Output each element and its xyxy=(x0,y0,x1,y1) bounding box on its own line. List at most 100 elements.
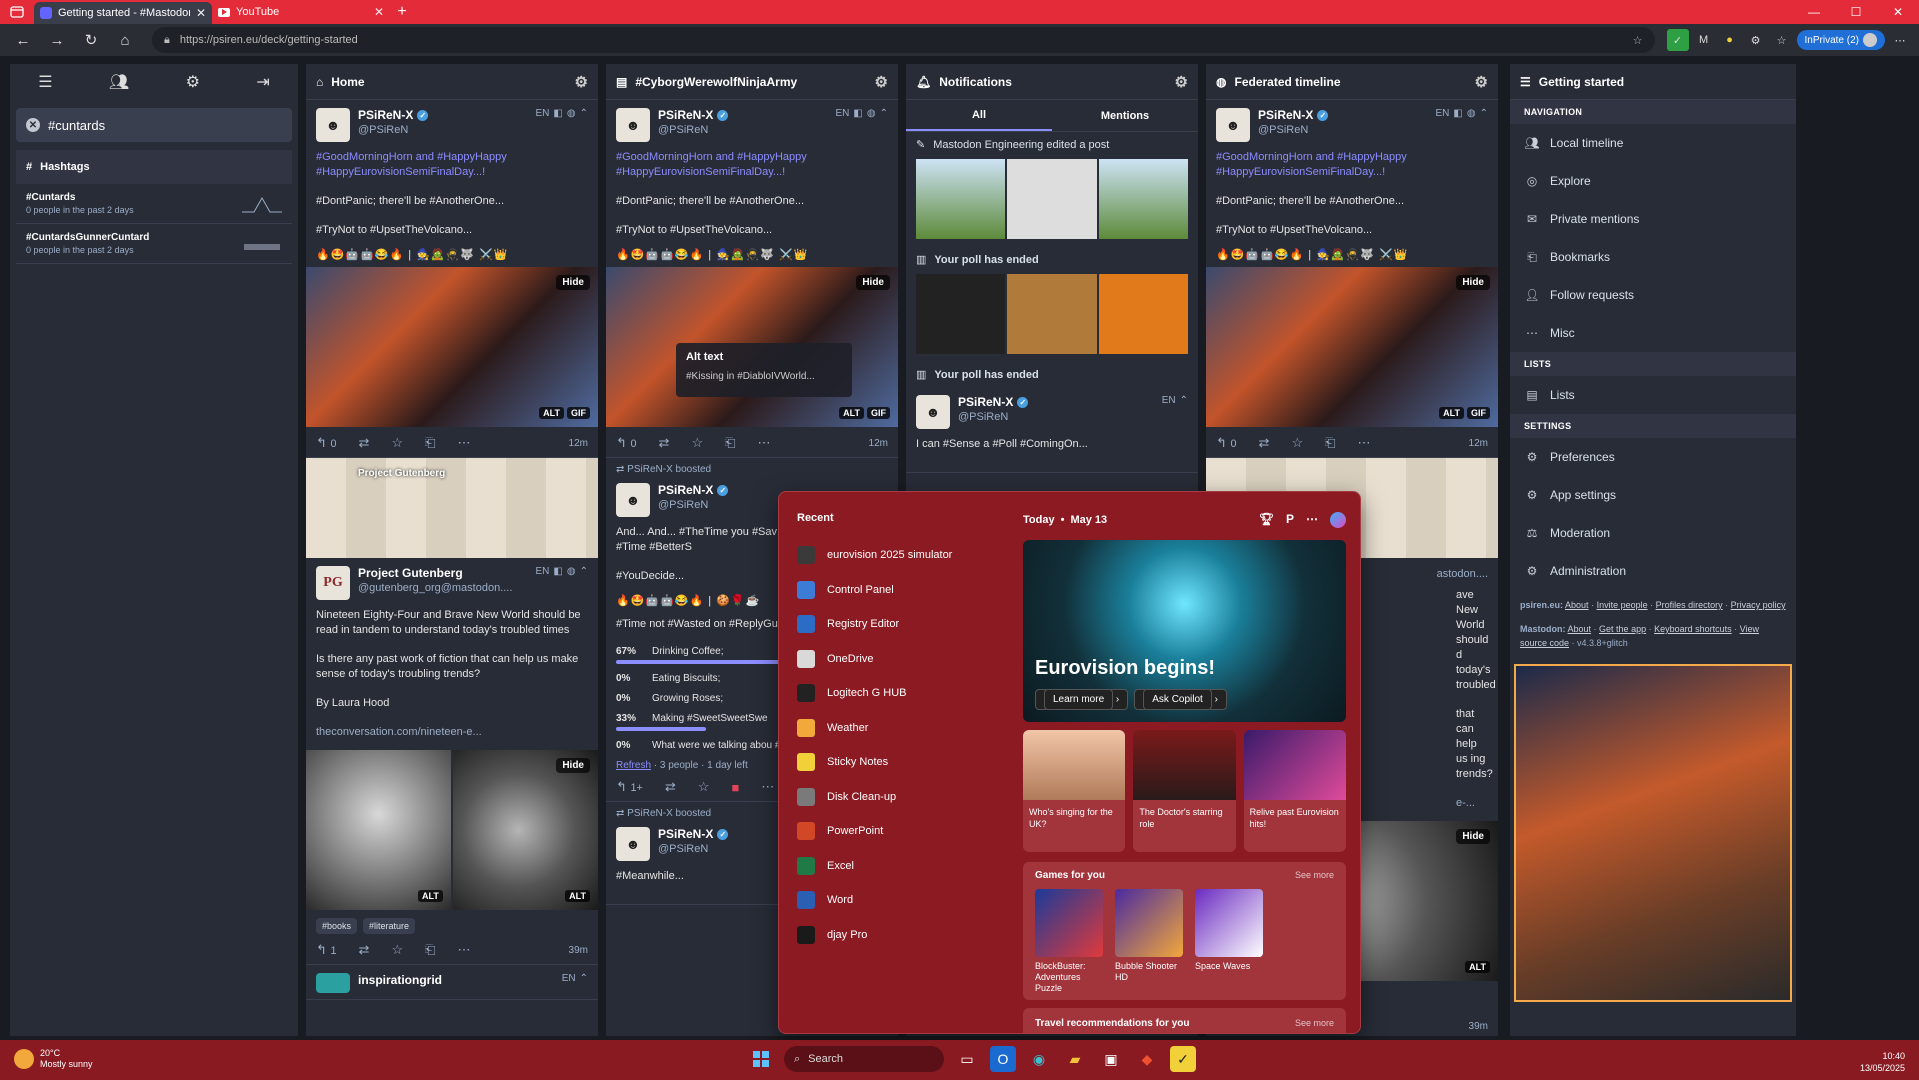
avatar[interactable]: PG xyxy=(316,566,350,600)
more-options-icon[interactable]: ⋯ xyxy=(1358,435,1371,451)
footer-link[interactable]: Get the app xyxy=(1599,624,1646,634)
file-explorer-icon[interactable]: ▰ xyxy=(1062,1046,1088,1072)
bookmark-icon[interactable]: ⎗ xyxy=(1325,435,1335,451)
notification-media[interactable] xyxy=(916,274,1188,354)
alt-badge[interactable]: ALT xyxy=(1465,961,1490,973)
favourite-star-icon[interactable]: ☆ xyxy=(698,779,710,795)
reply-button[interactable]: ↰ 0 xyxy=(616,435,637,451)
task-view-icon[interactable]: ▭ xyxy=(954,1046,980,1072)
nav-explore[interactable]: ◎ Explore xyxy=(1510,162,1796,200)
notification-item[interactable]: ▥ Your poll has ended xyxy=(906,247,1198,272)
game-tile[interactable]: Bubble Shooter HD xyxy=(1115,889,1183,994)
nav-local-timeline[interactable]: 👥︎ Local timeline xyxy=(1510,124,1796,162)
status-post[interactable]: inspirationgrid EN ⌃ xyxy=(306,965,598,1000)
address-bar[interactable]: 🔒︎ https://psiren.eu/deck/getting-starte… xyxy=(152,27,1655,53)
boost-icon[interactable]: ⇄ xyxy=(659,435,670,451)
footer-link[interactable]: Invite people xyxy=(1597,600,1648,610)
nav-bookmarks[interactable]: ⎗ Bookmarks xyxy=(1510,238,1796,276)
forward-button[interactable]: → xyxy=(42,26,72,54)
outlook-icon[interactable]: O xyxy=(990,1046,1016,1072)
column-settings-icon[interactable]: ⚙ xyxy=(1175,73,1188,91)
media-image[interactable] xyxy=(1007,274,1097,354)
media-image[interactable] xyxy=(1098,274,1188,354)
column-settings-icon[interactable]: ⚙ xyxy=(575,73,588,91)
more-menu-icon[interactable]: ⋯ xyxy=(1889,29,1911,51)
learn-more-button[interactable]: Learn more › xyxy=(1035,689,1129,710)
boost-icon[interactable]: ⇄ xyxy=(359,942,370,958)
bookmark-icon[interactable]: ⎗ xyxy=(725,435,735,451)
back-button[interactable]: ← xyxy=(8,26,38,54)
more-options-icon[interactable]: ⋯ xyxy=(758,435,771,451)
poll-refresh-link[interactable]: Refresh xyxy=(616,760,651,771)
more-options-icon[interactable]: ⋯ xyxy=(1306,512,1318,528)
media-image[interactable] xyxy=(916,159,1006,239)
bookmark-icon[interactable]: ■ xyxy=(731,780,739,795)
notification-media[interactable] xyxy=(916,159,1188,239)
collapse-icon[interactable]: ⌃ xyxy=(1480,108,1488,119)
nav-private-mentions[interactable]: ✉ Private mentions xyxy=(1510,200,1796,238)
recent-app-item[interactable]: Logitech G HUB xyxy=(797,676,1003,711)
collapse-icon[interactable]: ⌃ xyxy=(580,108,588,119)
alt-badge[interactable]: ALT xyxy=(839,407,864,419)
nav-follow-requests[interactable]: 👤︎ Follow requests xyxy=(1510,276,1796,314)
see-more-link[interactable]: See more xyxy=(1295,870,1334,881)
recent-app-item[interactable]: Control Panel xyxy=(797,573,1003,608)
footer-link[interactable]: Keyboard shortcuts xyxy=(1654,624,1732,634)
alt-badge[interactable]: ALT xyxy=(539,407,564,419)
news-card[interactable]: Who's singing for the UK? xyxy=(1023,730,1126,852)
column-header[interactable]: ▤ #CyborgWerewolfNinjaArmy ⚙ xyxy=(606,64,898,100)
active-hashtag-pill[interactable]: ✕ #cuntards xyxy=(16,108,292,142)
tab-actions-icon[interactable] xyxy=(0,0,34,24)
favorite-star-icon[interactable]: ☆ xyxy=(1633,34,1643,47)
nav-lists[interactable]: ▤ Lists xyxy=(1510,376,1796,414)
travel-widget[interactable]: Travel recommendations for you See more xyxy=(1023,1008,1346,1033)
nav-administration[interactable]: ⚙ Administration xyxy=(1510,552,1796,590)
extension-green-icon[interactable]: ✓ xyxy=(1666,29,1689,51)
tab-getting-started[interactable]: Getting started - #MastodonSpy ✕ xyxy=(34,2,212,24)
footer-link[interactable]: About xyxy=(1565,600,1589,610)
see-more-link[interactable]: See more xyxy=(1295,1018,1334,1028)
recent-app-item[interactable]: OneDrive xyxy=(797,642,1003,677)
bookmark-icon[interactable]: ⎗ xyxy=(425,435,435,451)
media-image[interactable] xyxy=(1098,159,1188,239)
favourite-star-icon[interactable]: ☆ xyxy=(1291,435,1303,451)
media-image[interactable] xyxy=(1206,267,1498,427)
display-name[interactable]: PSiReN-X xyxy=(958,395,1013,409)
media-gallery[interactable]: Hide ALT ALT xyxy=(306,750,598,910)
recent-app-item[interactable]: PowerPoint xyxy=(797,814,1003,849)
hide-media-button[interactable]: Hide xyxy=(1456,275,1490,290)
notification-item[interactable]: ▥ Your poll has ended xyxy=(906,362,1198,387)
boost-icon[interactable]: ⇄ xyxy=(359,435,370,451)
preferences-icon[interactable]: ⚙ xyxy=(186,72,200,92)
recent-app-item[interactable]: eurovision 2025 simulator xyxy=(797,538,1003,573)
hashtag-chip[interactable]: #books xyxy=(316,918,358,934)
media-image[interactable] xyxy=(306,267,598,427)
column-settings-icon[interactable]: ⚙ xyxy=(875,73,888,91)
media-image[interactable] xyxy=(306,750,451,910)
trophy-icon[interactable]: 🏆︎ xyxy=(1259,512,1274,528)
footer-link[interactable]: Profiles directory xyxy=(1656,600,1723,610)
boost-icon[interactable]: ⇄ xyxy=(665,779,676,795)
collapse-icon[interactable]: ⌃ xyxy=(880,108,888,119)
eurovision-hero-card[interactable]: Eurovision begins! Learn more › Ask Copi… xyxy=(1023,540,1346,722)
footer-link[interactable]: About xyxy=(1568,624,1592,634)
new-tab-button[interactable]: + xyxy=(390,0,414,24)
ask-copilot-button[interactable]: Ask Copilot › xyxy=(1134,689,1227,710)
recent-app-item[interactable]: Disk Clean-up xyxy=(797,780,1003,815)
media-gallery[interactable]: Hide Alt text #Kissing in #DiabloIVWorld… xyxy=(606,267,898,427)
alt-badge[interactable]: ALT xyxy=(418,890,443,902)
tab-youtube[interactable]: YouTube ✕ xyxy=(212,0,390,24)
reload-button[interactable]: ↻ xyxy=(76,26,106,54)
favourite-star-icon[interactable]: ☆ xyxy=(691,435,703,451)
notification-item[interactable]: ✎ Mastodon Engineering edited a post xyxy=(906,132,1198,157)
display-name[interactable]: PSiReN-X xyxy=(658,483,713,497)
recent-app-item[interactable]: djay Pro xyxy=(797,918,1003,953)
inprivate-button[interactable]: InPrivate (2) xyxy=(1796,30,1885,50)
taskbar-search[interactable]: ⌕ Search xyxy=(784,1046,944,1072)
display-name[interactable]: PSiReN-X xyxy=(658,108,713,122)
tab-all[interactable]: All xyxy=(906,100,1052,131)
collapse-icon[interactable]: ⌃ xyxy=(580,973,588,984)
media-image[interactable] xyxy=(1007,159,1097,239)
boost-icon[interactable]: ⇄ xyxy=(1259,435,1270,451)
avatar[interactable]: ☻ xyxy=(316,108,350,142)
